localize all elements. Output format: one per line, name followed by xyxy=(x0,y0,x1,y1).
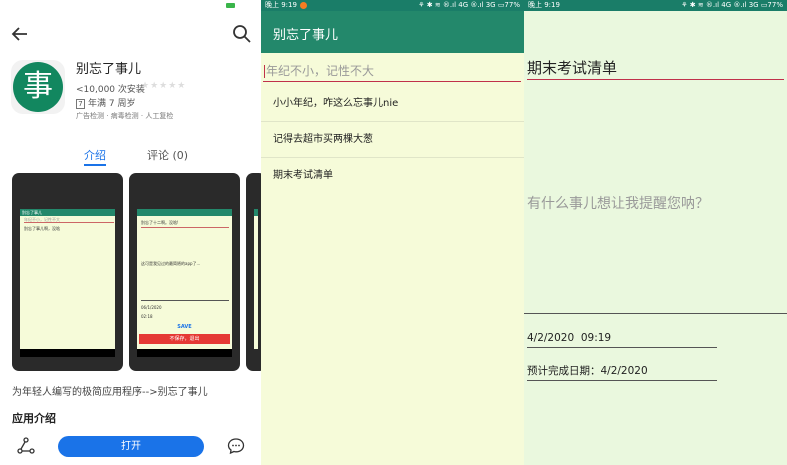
text-caret xyxy=(264,65,265,78)
mini-screen: 别忘了十二啊。没啥! 这可是我见过的最简陋的app了... 06/1/2020 … xyxy=(137,216,232,349)
mini-discard-button: 不保存，退出 xyxy=(139,334,230,344)
mini-nav-bar xyxy=(20,349,115,357)
app-store-panel: 事 别忘了事儿 <10,000 次安装 ★★★★★ 7 年满 7 周岁 广告检测 … xyxy=(0,0,261,465)
list-item[interactable]: 小小年纪，咋这么忘事儿nie xyxy=(261,86,524,122)
app-icon-glyph: 事 xyxy=(13,62,63,112)
search-input[interactable]: 年纪不小，记性不大 xyxy=(263,61,521,82)
mini-nav-bar xyxy=(137,349,232,357)
age-badge: 7 xyxy=(76,98,85,109)
status-icons: ⚘ ✱ ≋ ®.ıl 4G ®.ıl 3G ▭77% xyxy=(681,1,783,9)
open-button[interactable]: 打开 xyxy=(58,436,204,457)
app-bar: 别忘了事儿 xyxy=(261,11,524,53)
tab-reviews[interactable]: 评论 (0) xyxy=(147,147,188,163)
app-bar-title: 别忘了事儿 xyxy=(273,28,339,43)
edit-screen-panel: 晚上 9:19 ⚘ ✱ ≋ ®.ıl 4G ®.ıl 3G ▭77% 期末考试清… xyxy=(524,0,787,465)
mini-appbar xyxy=(254,209,258,216)
safety-checks: 广告检测 · 病毒检测 · 人工复检 xyxy=(76,112,174,120)
mini-save-button: SAVE xyxy=(177,324,192,330)
created-datetime: 4/2/2020 09:19 xyxy=(527,328,717,348)
status-time: 晚上 9:19 xyxy=(265,1,297,9)
mini-appbar xyxy=(137,209,232,216)
share-icon[interactable] xyxy=(17,437,35,455)
list-screen-panel: 晚上 9:19 ⚘ ✱ ≋ ®.ıl 4G ®.ıl 3G ▭77% 别忘了事儿… xyxy=(261,0,524,465)
install-count: <10,000 次安装 xyxy=(76,85,145,95)
section-title: 应用介绍 xyxy=(12,412,56,425)
mini-divider xyxy=(24,222,114,223)
screenshot-thumbnail-1[interactable]: 别忘了事儿 年纪不小，记性不大 别忘了事儿啊，没啥 xyxy=(12,173,123,371)
active-tab-indicator xyxy=(84,164,106,166)
mini-divider xyxy=(141,300,229,301)
due-date-field[interactable]: 预计完成日期：4/2/2020 xyxy=(527,361,717,381)
title-input[interactable]: 期末考试清单 xyxy=(527,58,784,80)
battery-indicator xyxy=(226,3,235,8)
mini-time: 02:18 xyxy=(141,314,153,319)
mini-appbar: 别忘了事儿 xyxy=(20,209,115,216)
age-text: 年满 7 周岁 xyxy=(88,99,136,109)
app-description: 为年轻人编写的极简应用程序-->别忘了事儿 xyxy=(12,387,208,398)
notification-dot-icon xyxy=(300,2,307,9)
list-item[interactable]: 记得去超市买两棵大葱 xyxy=(261,122,524,158)
app-name: 别忘了事儿 xyxy=(76,62,142,77)
rating-stars: ★★★★★ xyxy=(141,81,187,91)
status-bar: 晚上 9:19 ⚘ ✱ ≋ ®.ıl 4G ®.ıl 3G ▭77% xyxy=(524,0,787,11)
age-rating: 7 年满 7 周岁 xyxy=(76,96,135,109)
status-bar: 晚上 9:19 ⚘ ✱ ≋ ®.ıl 4G ®.ıl 3G ▭77% xyxy=(261,0,524,11)
status-time: 晚上 9:19 xyxy=(528,1,560,9)
screenshot-thumbnail-3[interactable] xyxy=(246,173,261,371)
back-arrow-icon[interactable] xyxy=(10,24,30,44)
due-date-value: 4/2/2020 xyxy=(600,365,648,377)
mini-title: 别忘了十二啊。没啥! xyxy=(141,220,179,225)
comment-icon[interactable] xyxy=(227,437,245,455)
search-icon[interactable] xyxy=(232,24,252,44)
body-input-underline xyxy=(524,313,787,314)
mini-screen: 年纪不小，记性不大 别忘了事儿啊，没啥 xyxy=(20,216,115,349)
mini-body: 这可是我见过的最简陋的app了... xyxy=(141,261,201,266)
due-date-label: 预计完成日期： xyxy=(527,365,601,377)
screenshot-thumbnail-2[interactable]: 别忘了十二啊。没啥! 这可是我见过的最简陋的app了... 06/1/2020 … xyxy=(129,173,240,371)
mini-date: 06/1/2020 xyxy=(141,305,162,310)
status-icons: ⚘ ✱ ≋ ®.ıl 4G ®.ıl 3G ▭77% xyxy=(418,1,520,9)
mini-list-item: 别忘了事儿啊，没啥 xyxy=(24,226,60,231)
list-item[interactable]: 期末考试清单 xyxy=(261,158,524,194)
search-placeholder: 年纪不小，记性不大 xyxy=(266,64,375,78)
body-input-placeholder[interactable]: 有什么事儿想让我提醒您呐？ xyxy=(527,193,709,213)
app-icon: 事 xyxy=(11,60,65,114)
mini-screen xyxy=(254,216,258,349)
mini-divider xyxy=(141,227,229,228)
tab-intro[interactable]: 介绍 xyxy=(84,147,106,163)
